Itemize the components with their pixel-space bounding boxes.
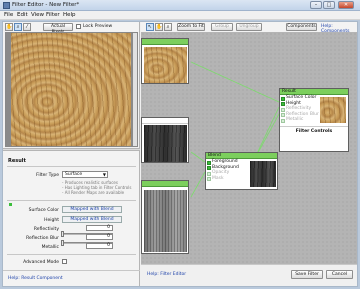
left-pane: ✋ ⌕ ⁄ Actual Pixels Lock Preview Result … (3, 22, 140, 286)
port-mask[interactable]: Mask (206, 176, 250, 182)
filter-type-value: Surface (65, 172, 83, 177)
result-heading: Result (8, 158, 26, 164)
pointer-tool-icon[interactable]: ↖ (146, 23, 154, 31)
height-label: Height (44, 218, 59, 223)
save-filter-button[interactable]: Save Filter (291, 270, 323, 279)
menu-file[interactable]: File (4, 12, 13, 18)
reflectivity-input[interactable]: 0 (86, 225, 113, 231)
metallic-label: Metallic (41, 245, 59, 250)
ungroup-button[interactable]: Ungroup (236, 23, 262, 31)
zoom-tool-icon[interactable]: ⌕ (164, 23, 172, 31)
divider (7, 254, 136, 255)
minimize-button[interactable]: – (310, 1, 322, 9)
port-metallic[interactable]: Metallic (280, 117, 320, 123)
window-title: Filter Editor - New Filter* (12, 2, 80, 8)
graph-toolbar: ↖ ✋ ⌕ Zoom to Fit Group Ungroup Componen… (141, 22, 357, 34)
reflectivity-slider-thumb[interactable] (61, 231, 64, 237)
help-filter-editor-link[interactable]: Help: Filter Editor (147, 272, 186, 277)
height-mapped-button[interactable]: Mapped with Blend (62, 216, 122, 223)
close-button[interactable]: ✕ (338, 1, 354, 9)
metallic-input[interactable]: 0 (86, 243, 113, 249)
preview-image (11, 33, 131, 146)
wood-node[interactable] (141, 38, 189, 84)
editor-content: ✋ ⌕ ⁄ Actual Pixels Lock Preview Result … (2, 21, 358, 287)
surface-color-mapped-button[interactable]: Mapped with Blend (62, 206, 122, 213)
lock-preview-label: Lock Preview (83, 24, 113, 29)
cancel-button[interactable]: Cancel (326, 270, 353, 279)
result-thumbnail (320, 97, 346, 123)
help-result-link[interactable]: Help: Result Component (8, 276, 63, 281)
reflection-blur-slider-thumb[interactable] (61, 240, 64, 246)
connection-line (190, 171, 206, 198)
node-header (142, 118, 188, 124)
divider (7, 200, 136, 201)
advanced-mode-label: Advanced Mode (23, 260, 59, 265)
maximize-button[interactable]: □ (323, 1, 335, 9)
window-titlebar: Filter Editor - New Filter* – □ ✕ (0, 0, 360, 11)
connection-line (190, 151, 206, 163)
filter-note-3: - All Render Maps are available (62, 190, 125, 195)
bottom-bar: Help: Filter Editor Save Filter Cancel (141, 264, 357, 286)
wood-thumbnail (144, 47, 187, 83)
grey-texture-node[interactable] (141, 180, 189, 254)
actual-pixels-button[interactable]: Actual Pixels (43, 23, 73, 35)
app-icon (3, 2, 10, 9)
divider (7, 166, 136, 167)
hand-tool-icon[interactable]: ✋ (5, 23, 13, 31)
blend-thumbnail (250, 161, 276, 187)
divider (3, 270, 140, 271)
eyedropper-icon[interactable]: ⁄ (23, 23, 31, 31)
dark-texture-node[interactable] (141, 117, 189, 163)
zoom-tool-icon[interactable]: ⌕ (14, 23, 22, 31)
reflection-blur-input[interactable]: 0 (86, 234, 113, 240)
filter-controls-label[interactable]: Filter Controls (280, 126, 348, 136)
components-button[interactable]: Components (286, 23, 317, 31)
filter-type-label: Filter Type (36, 173, 59, 178)
blend-node[interactable]: Blend Foreground Background Opacity Mask (205, 152, 278, 190)
menu-help[interactable]: Help (63, 12, 76, 18)
node-header (142, 181, 188, 187)
zoom-to-fit-button[interactable]: Zoom to Fit (177, 23, 205, 31)
hand-tool-icon[interactable]: ✋ (155, 23, 163, 31)
reflection-blur-label: Reflection Blur (26, 236, 59, 241)
group-button[interactable]: Group (211, 23, 233, 31)
menu-view[interactable]: View (31, 12, 44, 18)
filter-type-select[interactable]: Surface ▼ (62, 171, 108, 178)
pane-splitter[interactable] (3, 148, 140, 151)
chevron-down-icon: ▼ (102, 172, 106, 177)
menu-bar: File Edit View Filter Help (0, 11, 360, 20)
reflectivity-label: Reflectivity (33, 227, 59, 232)
preview-panel[interactable] (5, 32, 138, 147)
right-pane: ↖ ✋ ⌕ Zoom to Fit Group Ungroup Componen… (141, 22, 357, 286)
lock-preview-checkbox[interactable] (76, 24, 81, 29)
grey-texture-thumbnail (144, 190, 187, 252)
menu-filter[interactable]: Filter (46, 12, 60, 18)
graph-canvas[interactable]: Result Surface Color Height Reflectivity… (141, 32, 357, 264)
port-indicator-icon (9, 203, 12, 206)
menu-edit[interactable]: Edit (17, 12, 28, 18)
surface-color-label: Surface Color (28, 208, 59, 213)
dark-texture-thumbnail (144, 125, 187, 162)
result-node[interactable]: Result Surface Color Height Reflectivity… (279, 88, 349, 152)
node-header (142, 39, 188, 45)
preview-scrollbar[interactable] (133, 33, 137, 146)
connection-line (190, 61, 280, 103)
advanced-mode-checkbox[interactable] (62, 259, 67, 264)
